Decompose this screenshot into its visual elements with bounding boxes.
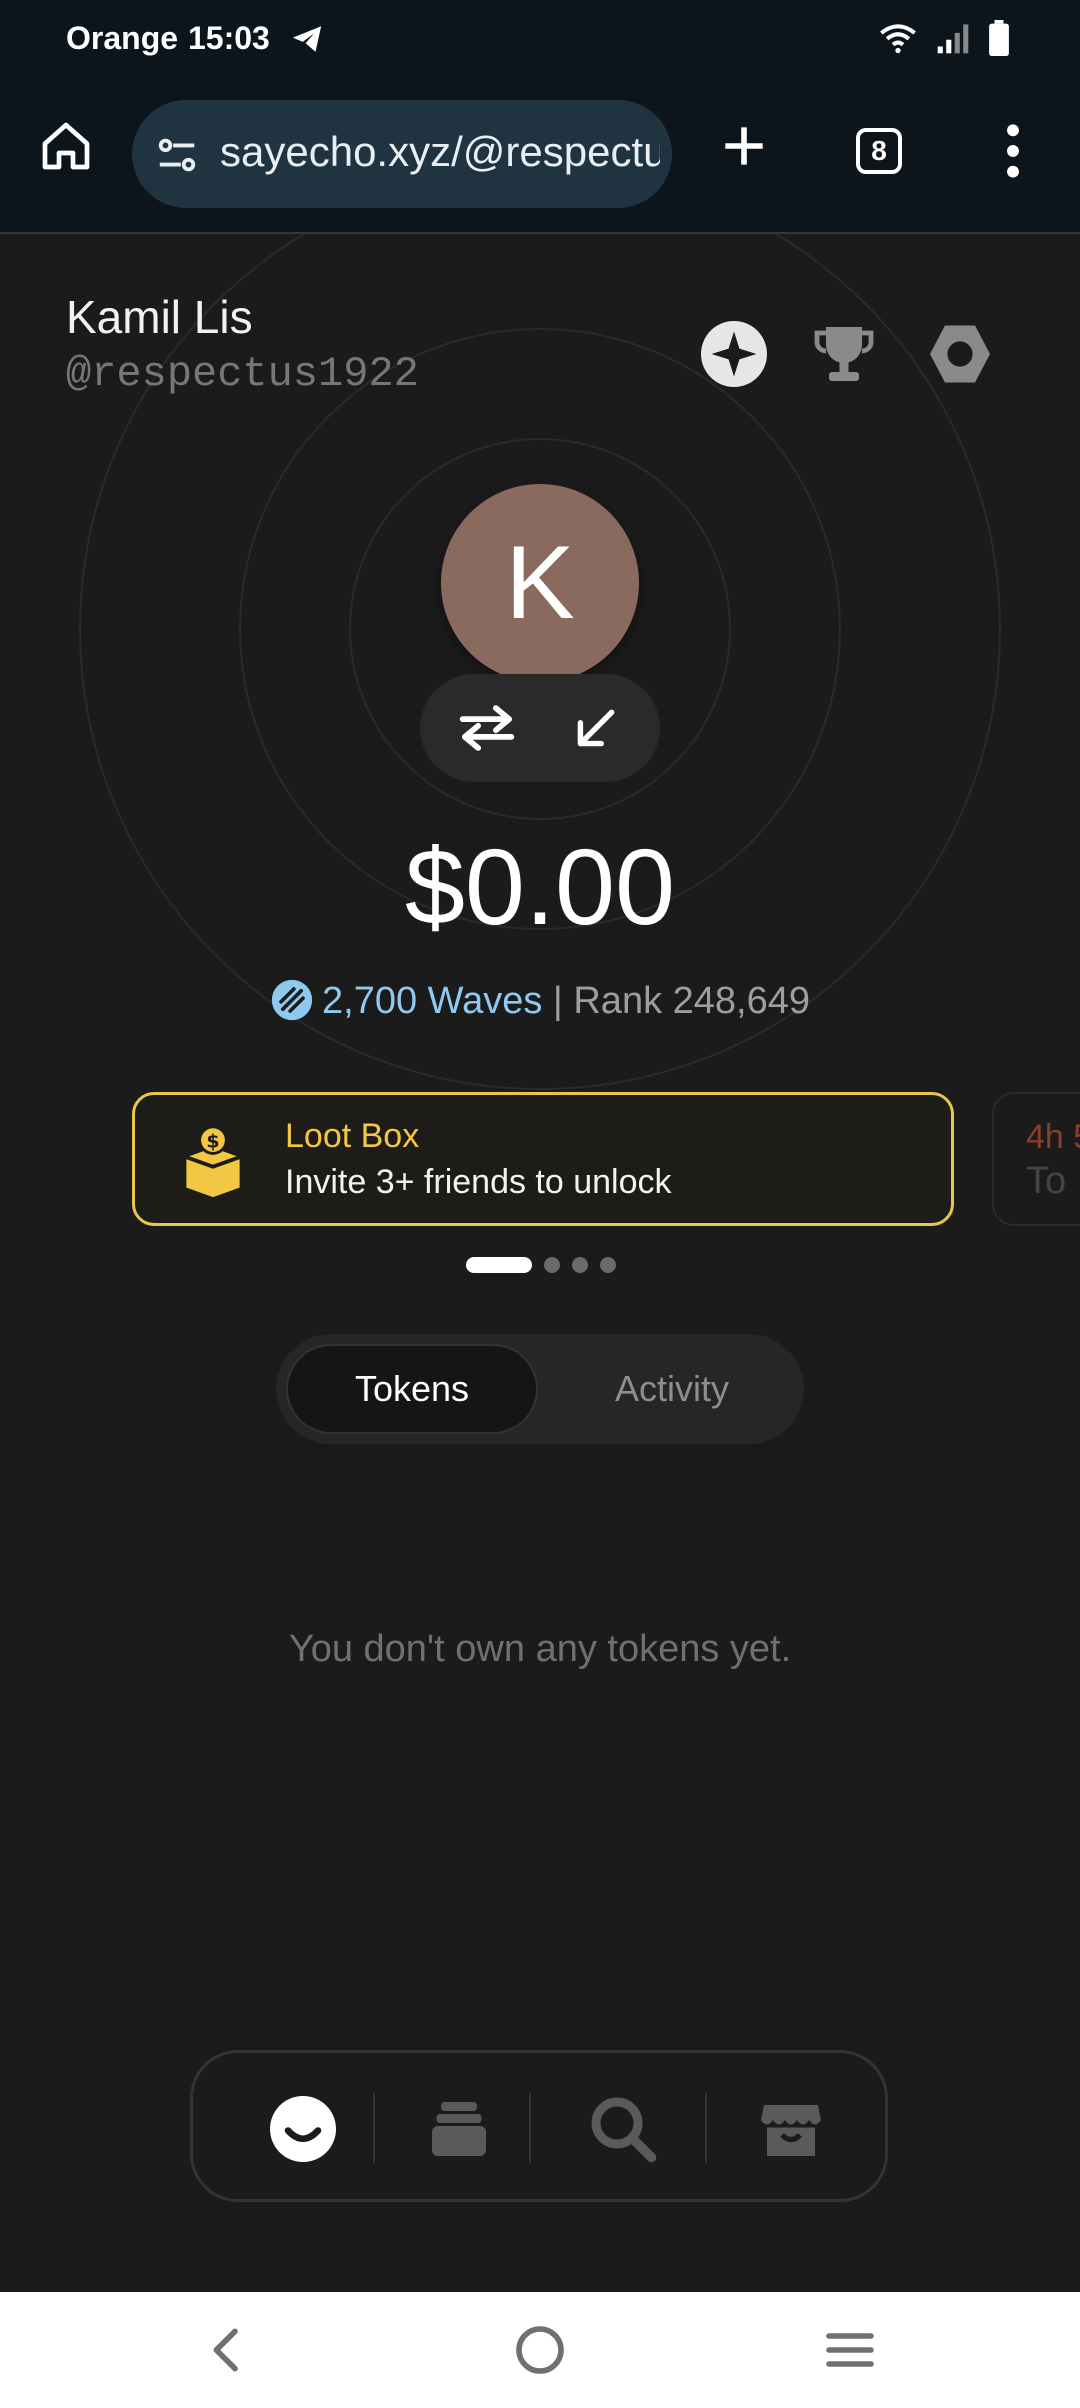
- svg-text:$: $: [206, 1131, 219, 1153]
- profile-handle: @respectus1922: [66, 350, 419, 398]
- lootbox-subtitle: Invite 3+ friends to unlock: [285, 1163, 672, 1201]
- profile-name: Kamil Lis: [66, 291, 253, 343]
- receive-icon[interactable]: [570, 704, 620, 754]
- tab-activity[interactable]: Activity: [546, 1344, 798, 1434]
- next-card-title: 4h 5: [1026, 1118, 1080, 1156]
- pagination-dot[interactable]: [572, 1257, 588, 1273]
- profile-smile-icon[interactable]: [267, 2093, 339, 2165]
- browser-toolbar: sayecho.xyz/@respectus1922 8: [0, 76, 1080, 234]
- wallet-actions: [420, 674, 660, 782]
- token-activity-tabs: Tokens Activity: [276, 1334, 804, 1444]
- search-icon[interactable]: [587, 2093, 659, 2165]
- nav-separator: [529, 2093, 531, 2163]
- stack-icon[interactable]: [423, 2093, 495, 2165]
- recents-icon[interactable]: [822, 2322, 878, 2378]
- status-icons: [878, 18, 1010, 58]
- avatar[interactable]: K: [441, 484, 639, 682]
- next-card-subtitle: To: [1026, 1160, 1067, 1202]
- lootbox-icon: $: [185, 1125, 241, 1198]
- bottom-nav: [190, 2050, 888, 2202]
- carousel-next-card[interactable]: 4h 5 To: [992, 1092, 1080, 1226]
- empty-state-message: You don't own any tokens yet.: [288, 1628, 792, 1670]
- nav-separator: [373, 2093, 375, 2163]
- waves-icon: [271, 979, 313, 1021]
- rank-label: | Rank 248,649: [542, 980, 810, 1022]
- more-menu-icon[interactable]: [1000, 120, 1026, 182]
- url-text[interactable]: sayecho.xyz/@respectus1922: [220, 128, 660, 176]
- wifi-icon: [880, 24, 916, 54]
- tab-switcher-button[interactable]: 8: [856, 128, 902, 174]
- lootbox-card[interactable]: $ Loot Box Invite 3+ friends to unlock: [132, 1092, 954, 1226]
- pagination-dot[interactable]: [544, 1257, 560, 1273]
- back-icon[interactable]: [200, 2322, 256, 2378]
- balance-amount: $0.00: [404, 826, 676, 947]
- waves-count[interactable]: 2,700 Waves: [322, 980, 542, 1022]
- home-icon[interactable]: [38, 118, 94, 174]
- pagination-dot-active[interactable]: [466, 1257, 532, 1273]
- swap-icon[interactable]: [456, 700, 518, 756]
- settings-hexagon-icon[interactable]: [924, 318, 996, 390]
- signal-icon: [937, 24, 969, 54]
- site-settings-icon[interactable]: [154, 132, 200, 178]
- tab-tokens[interactable]: Tokens: [286, 1344, 538, 1434]
- nav-separator: [705, 2093, 707, 2163]
- profile-page: Kamil Lis @respectus1922 K $0.00 2,700 W…: [0, 234, 1080, 2292]
- lootbox-title: Loot Box: [285, 1117, 420, 1155]
- carousel-pagination: [466, 1256, 616, 1274]
- address-bar[interactable]: sayecho.xyz/@respectus1922: [132, 100, 672, 208]
- clock: 15:03: [188, 20, 270, 56]
- waves-rank: 2,700 Waves | Rank 248,649: [0, 978, 1080, 1023]
- system-navigation-bar: [0, 2292, 1080, 2408]
- shop-icon[interactable]: [755, 2093, 827, 2165]
- home-circle-icon[interactable]: [512, 2322, 568, 2378]
- status-bar: Orange 15:03: [0, 0, 1080, 76]
- new-tab-icon[interactable]: [716, 118, 772, 174]
- trophy-icon[interactable]: [808, 318, 880, 390]
- pagination-dot[interactable]: [600, 1257, 616, 1273]
- telegram-icon: [292, 26, 322, 52]
- sparkle-icon[interactable]: [698, 318, 770, 390]
- battery-icon: [989, 20, 1009, 56]
- carrier-label: Orange: [66, 20, 179, 56]
